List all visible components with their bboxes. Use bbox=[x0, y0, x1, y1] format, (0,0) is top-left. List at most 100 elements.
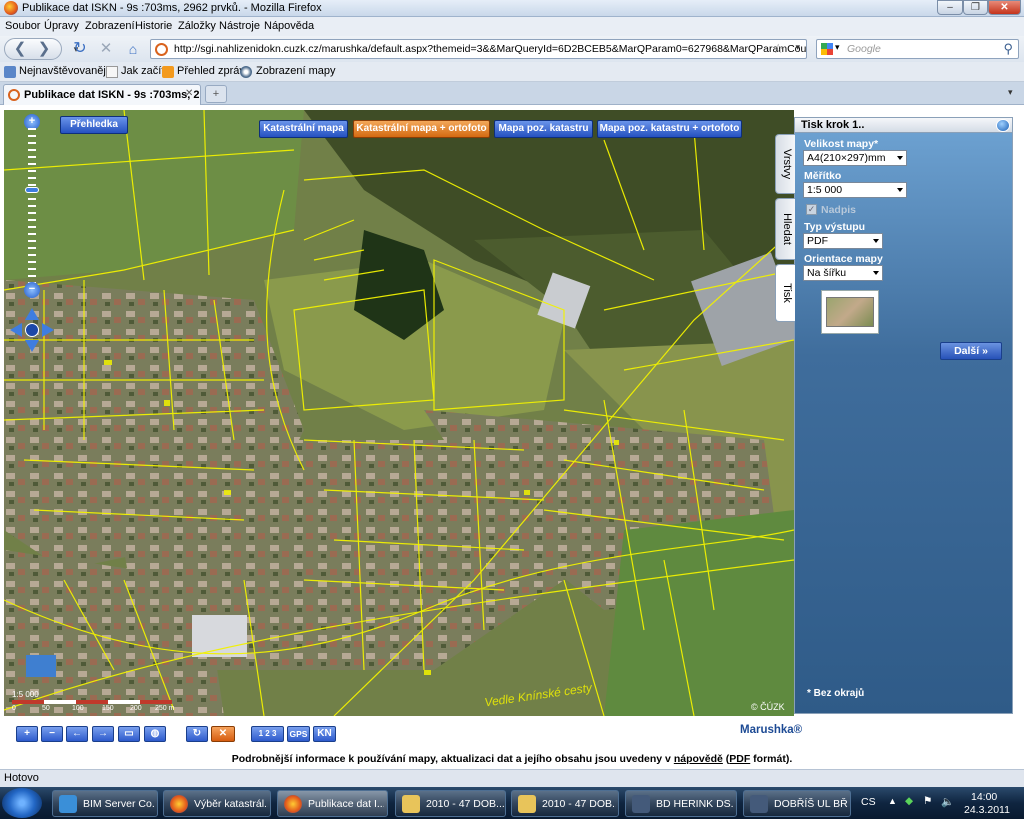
pan-center-icon[interactable] bbox=[25, 323, 39, 337]
search-box[interactable]: ▾ Google ⚲ bbox=[816, 39, 1019, 59]
folder-icon bbox=[402, 795, 420, 813]
menu-historie[interactable]: Historie bbox=[135, 20, 172, 32]
pdf-link[interactable]: PDF bbox=[729, 753, 750, 765]
clear-button[interactable]: ✕ bbox=[211, 726, 235, 742]
address-bar[interactable]: http://sgi.nahlizenidokn.cuzk.cz/marushk… bbox=[150, 39, 807, 59]
tab-vrstvy[interactable]: Vrstvy bbox=[775, 134, 795, 194]
task-publikace-dat[interactable]: Publikace dat I... bbox=[277, 790, 388, 817]
tab-bar: Publikace dat ISKN - 9s :703ms, 2962 ...… bbox=[0, 82, 1024, 105]
search-icon[interactable]: ⚲ bbox=[1003, 41, 1013, 57]
cad-app-icon bbox=[750, 795, 768, 813]
network-status-icon[interactable]: ◆ bbox=[905, 795, 913, 807]
zoom-out-icon[interactable]: − bbox=[24, 282, 40, 298]
layer-mapa-poz-katastru[interactable]: Mapa poz. katastru bbox=[494, 120, 593, 138]
menu-nastroje[interactable]: Nástroje bbox=[219, 20, 260, 32]
help-link[interactable]: nápovědě bbox=[674, 753, 723, 765]
action-center-icon[interactable]: ⚑ bbox=[923, 795, 932, 807]
clock-date[interactable]: 24.3.2011 bbox=[964, 804, 1010, 816]
task-bim-server[interactable]: BIM Server Co... bbox=[52, 790, 158, 817]
new-tab-button[interactable]: + bbox=[205, 85, 227, 103]
clock-time[interactable]: 14:00 bbox=[971, 791, 997, 803]
task-bd-herink[interactable]: BD HERINK DS... bbox=[625, 790, 737, 817]
scale-bar-graphic bbox=[12, 700, 172, 704]
bookmark-zobrazeni-mapy[interactable]: Zobrazení mapy bbox=[256, 65, 335, 77]
tab-list-icon[interactable]: ▾ bbox=[1008, 87, 1013, 98]
menu-napoveda[interactable]: Nápověda bbox=[264, 20, 314, 32]
menu-zalozky[interactable]: Záložky bbox=[178, 20, 216, 32]
language-indicator[interactable]: CS bbox=[861, 796, 876, 808]
bim-server-icon bbox=[59, 795, 77, 813]
menu-zobrazeni[interactable]: Zobrazení bbox=[85, 20, 135, 32]
measure-button[interactable]: 1 2 3 bbox=[251, 726, 284, 742]
refresh-button[interactable]: ↻ bbox=[186, 726, 208, 742]
tab-close-icon[interactable]: ✕ bbox=[185, 88, 193, 99]
caption-checkbox[interactable]: ✓ bbox=[806, 204, 817, 215]
gps-button[interactable]: GPS bbox=[287, 726, 310, 742]
tab-hledat-label: Hledat bbox=[781, 213, 793, 245]
scale-tick: 200 bbox=[130, 705, 142, 712]
menu-upravy[interactable]: Úpravy bbox=[44, 20, 79, 32]
map-canvas[interactable]: Přehledka Katastrální mapa Katastrální m… bbox=[4, 110, 794, 716]
map-size-value: A4(210×297)mm bbox=[807, 152, 886, 164]
tray-expand-icon[interactable]: ▲ bbox=[888, 796, 897, 806]
pan-up-icon[interactable] bbox=[25, 308, 39, 320]
minimize-button[interactable]: – bbox=[937, 0, 963, 15]
home-icon[interactable]: ⌂ bbox=[123, 39, 143, 59]
next-view-button[interactable]: → bbox=[92, 726, 114, 742]
kn-button[interactable]: KN bbox=[313, 726, 336, 742]
back-arrow-icon[interactable]: ❮ bbox=[9, 39, 31, 59]
tab-publikace[interactable]: Publikace dat ISKN - 9s :703ms, 2962 ... bbox=[3, 84, 201, 105]
overview-button[interactable]: Přehledka bbox=[60, 116, 128, 134]
task-folder-1[interactable]: 2010 - 47 DOB... bbox=[395, 790, 506, 817]
back-forward-group: ❮ ❯ bbox=[4, 38, 62, 60]
panel-note: * Bez okrajů bbox=[807, 688, 865, 699]
globe-icon[interactable]: ◍ bbox=[144, 726, 166, 742]
previous-view-button[interactable]: ← bbox=[66, 726, 88, 742]
firefox-icon bbox=[170, 795, 188, 813]
zoom-slider[interactable] bbox=[28, 128, 36, 286]
close-button[interactable]: ✕ bbox=[988, 0, 1021, 15]
forward-arrow-icon[interactable]: ❯ bbox=[33, 39, 55, 59]
firefox-icon bbox=[4, 1, 18, 15]
menu-soubor[interactable]: Soubor bbox=[5, 20, 40, 32]
bookmark-nejnavstevovanejsi[interactable]: Nejnavštěvovanější bbox=[19, 65, 114, 77]
search-engine-dropdown-icon[interactable]: ▾ bbox=[835, 42, 840, 53]
zoom-in-button[interactable]: + bbox=[16, 726, 38, 742]
stop-icon[interactable]: ✕ bbox=[96, 39, 116, 59]
bookmark-prehled-zprav[interactable]: Přehled zpráv bbox=[177, 65, 245, 77]
task-folder-2[interactable]: 2010 - 47 DOB... bbox=[511, 790, 619, 817]
tab-hledat[interactable]: Hledat bbox=[775, 198, 795, 260]
scale-select[interactable]: 1:5 000 bbox=[803, 182, 907, 198]
output-type-select[interactable]: PDF bbox=[803, 233, 883, 249]
volume-icon[interactable]: 🔈 bbox=[941, 795, 954, 808]
next-button[interactable]: Další » bbox=[940, 342, 1002, 360]
task-vyber-katastral[interactable]: Výběr katastrál... bbox=[163, 790, 271, 817]
zoom-out-button[interactable]: − bbox=[41, 726, 63, 742]
bookmark-jak-zacit[interactable]: Jak začít bbox=[121, 65, 164, 77]
pan-left-icon[interactable] bbox=[10, 323, 22, 337]
maximize-button[interactable]: ❐ bbox=[963, 0, 988, 15]
search-placeholder: Google bbox=[847, 43, 881, 55]
url-dropdown-icon[interactable]: ▾ bbox=[795, 42, 800, 53]
task-dobris[interactable]: DOBŘÍŠ UL BŘ... bbox=[743, 790, 851, 817]
pan-down-icon[interactable] bbox=[25, 340, 39, 352]
zoom-extent-button[interactable]: ▭ bbox=[118, 726, 140, 742]
tab-tisk[interactable]: Tisk bbox=[775, 264, 795, 322]
bookmark-star-icon[interactable]: ☆ bbox=[772, 41, 784, 57]
pan-right-icon[interactable] bbox=[42, 323, 54, 337]
pan-control[interactable] bbox=[10, 308, 54, 352]
layer-katastralni-mapa-ortofoto[interactable]: Katastrální mapa + ortofoto bbox=[353, 120, 490, 138]
info-icon[interactable] bbox=[996, 119, 1010, 132]
rss-icon bbox=[162, 66, 174, 78]
scale-tick: 150 bbox=[102, 705, 114, 712]
layer-mapa-poz-katastru-ortofoto[interactable]: Mapa poz. katastru + ortofoto bbox=[597, 120, 742, 138]
map-size-select[interactable]: A4(210×297)mm bbox=[803, 150, 907, 166]
reload-icon[interactable]: ↻ bbox=[70, 39, 90, 59]
zoom-slider-handle[interactable] bbox=[25, 187, 39, 193]
output-type-label: Typ výstupu bbox=[804, 221, 866, 233]
layer-katastralni-mapa[interactable]: Katastrální mapa bbox=[259, 120, 348, 138]
cad-app-icon bbox=[632, 795, 650, 813]
start-button[interactable] bbox=[2, 788, 42, 818]
orientation-select[interactable]: Na šířku bbox=[803, 265, 883, 281]
tab-label: Publikace dat ISKN - 9s :703ms, 2962 ... bbox=[24, 89, 199, 101]
